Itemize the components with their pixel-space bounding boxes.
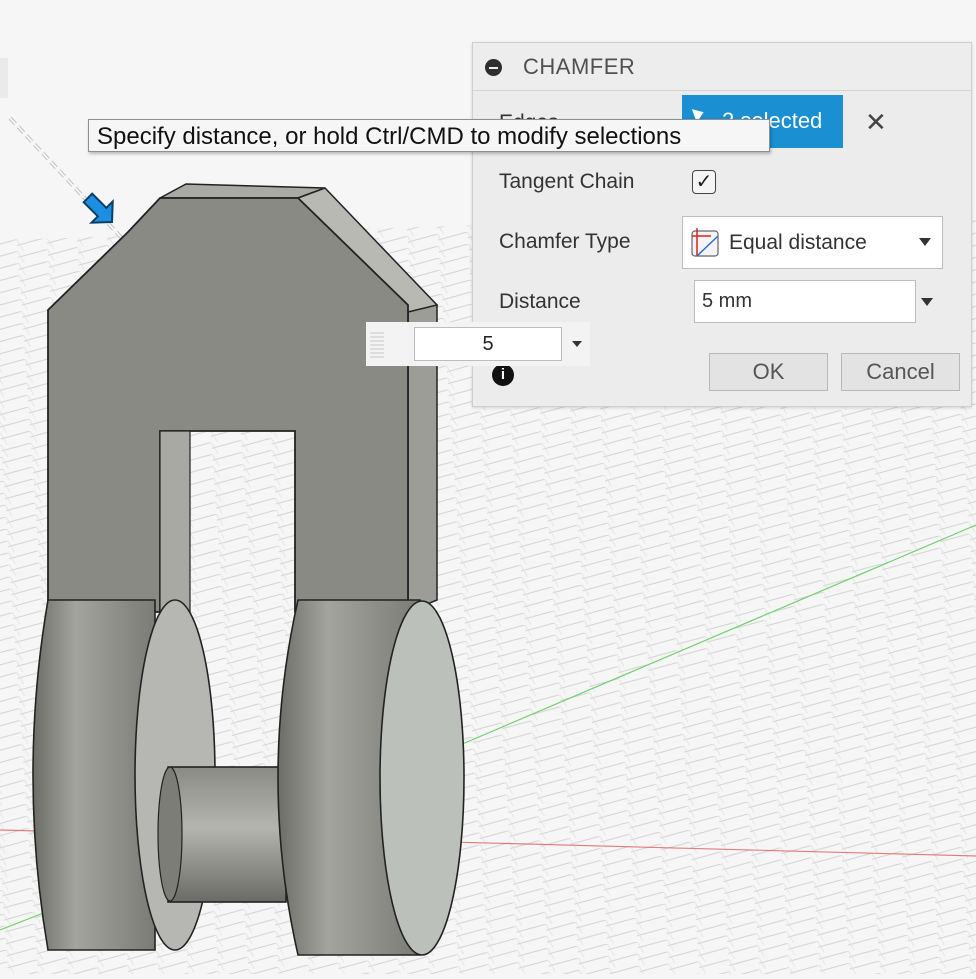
collapse-icon[interactable] (485, 59, 502, 76)
left-edge-tab (0, 58, 8, 98)
distance-dropdown-chevron-icon[interactable] (921, 298, 933, 306)
tangent-chain-label: Tangent Chain (499, 170, 635, 193)
tangent-chain-checkbox[interactable]: ✓ (692, 170, 716, 194)
equal-distance-icon (691, 228, 719, 257)
distance-value: 5 mm (702, 290, 752, 312)
chevron-down-icon[interactable] (572, 341, 582, 347)
dialog-title: CHAMFER (523, 54, 636, 79)
distance-label: Distance (499, 290, 581, 313)
chamfer-type-label: Chamfer Type (499, 230, 631, 253)
chamfer-type-dropdown[interactable]: Equal distance (682, 216, 943, 269)
distance-input[interactable]: 5 mm (694, 280, 916, 323)
tooltip: Specify distance, or hold Ctrl/CMD to mo… (88, 119, 770, 152)
info-icon[interactable]: i (492, 364, 514, 386)
chamfer-dialog-header: CHAMFER (473, 43, 971, 91)
floating-distance-input[interactable]: 5 (414, 327, 562, 361)
floating-distance-entry: 5 (366, 322, 590, 366)
cancel-button[interactable]: Cancel (841, 353, 960, 391)
ok-button[interactable]: OK (709, 353, 828, 391)
close-icon[interactable]: ✕ (865, 107, 887, 138)
drag-handle[interactable] (370, 330, 384, 358)
chamfer-type-value: Equal distance (729, 231, 867, 254)
chevron-down-icon (919, 238, 931, 246)
